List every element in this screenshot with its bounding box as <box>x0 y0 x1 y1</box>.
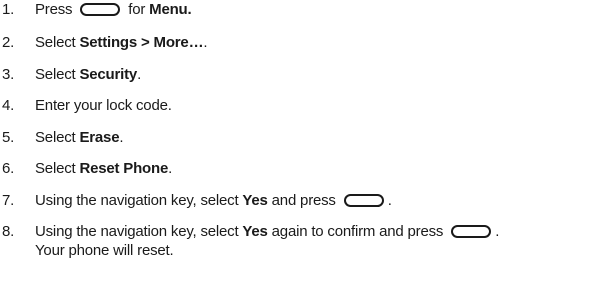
step-text: Select Security. <box>35 65 141 84</box>
step-bold-term: Security <box>79 66 138 83</box>
step-text: Select Reset Phone. <box>35 159 172 178</box>
step-bold-term: Yes <box>242 192 268 209</box>
step-text-before: Using the navigation key, select <box>35 192 239 209</box>
step-number: 6. <box>2 160 15 177</box>
instruction-list: 1. Press for Menu. 2. Select Settings > … <box>0 0 597 285</box>
step-continuation: Your phone will reset. <box>35 242 174 259</box>
step-2: 2. Select Settings > More…. <box>0 33 208 52</box>
step-text: Press for Menu. <box>35 0 192 19</box>
step-text: Select Settings > More…. <box>35 33 208 52</box>
step-number: 3. <box>2 66 15 83</box>
step-text-before: Select <box>35 129 76 146</box>
step-3: 3. Select Security. <box>0 65 141 84</box>
step-text-before: Select <box>35 160 76 177</box>
soft-key-icon <box>80 2 121 16</box>
step-text-after: . <box>137 66 142 83</box>
step-number: 8. <box>2 223 15 240</box>
step-text-after: . <box>119 129 124 146</box>
step-6: 6. Select Reset Phone. <box>0 159 172 178</box>
step-number: 2. <box>2 34 15 51</box>
step-5: 5. Select Erase. <box>0 128 124 147</box>
step-text-after: . <box>387 192 392 209</box>
step-text-middle: again to confirm and press <box>271 223 444 240</box>
step-text: Using the navigation key, select Yes aga… <box>35 222 499 260</box>
step-number: 4. <box>2 97 15 114</box>
step-number: 7. <box>2 192 15 209</box>
step-text: Enter your lock code. <box>35 97 172 114</box>
step-number: 5. <box>2 129 15 146</box>
step-bold-term: Erase <box>79 129 120 146</box>
step-4: 4. Enter your lock code. <box>0 96 172 115</box>
step-text: Select Erase. <box>35 128 124 147</box>
step-bold-term: Reset Phone <box>79 160 169 177</box>
step-bold-term: Settings > More… <box>79 34 204 51</box>
step-text: Using the navigation key, select Yes and… <box>35 191 392 210</box>
step-text-middle: and press <box>271 192 336 209</box>
soft-key-icon <box>343 193 384 207</box>
step-bold-term: Yes <box>242 223 268 240</box>
step-text-after: . <box>203 34 208 51</box>
step-text-before: Using the navigation key, select <box>35 223 239 240</box>
step-1: 1. Press for Menu. <box>0 0 192 19</box>
step-text-before: Select <box>35 66 76 83</box>
step-8: 8. Using the navigation key, select Yes … <box>0 222 499 260</box>
step-7: 7. Using the navigation key, select Yes … <box>0 191 392 210</box>
step-number: 1. <box>2 1 15 18</box>
step-bold-term: Menu. <box>149 1 192 18</box>
step-text-after: for <box>128 1 146 18</box>
step-text-before: Select <box>35 34 76 51</box>
step-text-before: Press <box>35 1 73 18</box>
soft-key-icon <box>451 224 492 238</box>
step-text-after: . <box>495 223 500 240</box>
step-text-after: . <box>168 160 173 177</box>
